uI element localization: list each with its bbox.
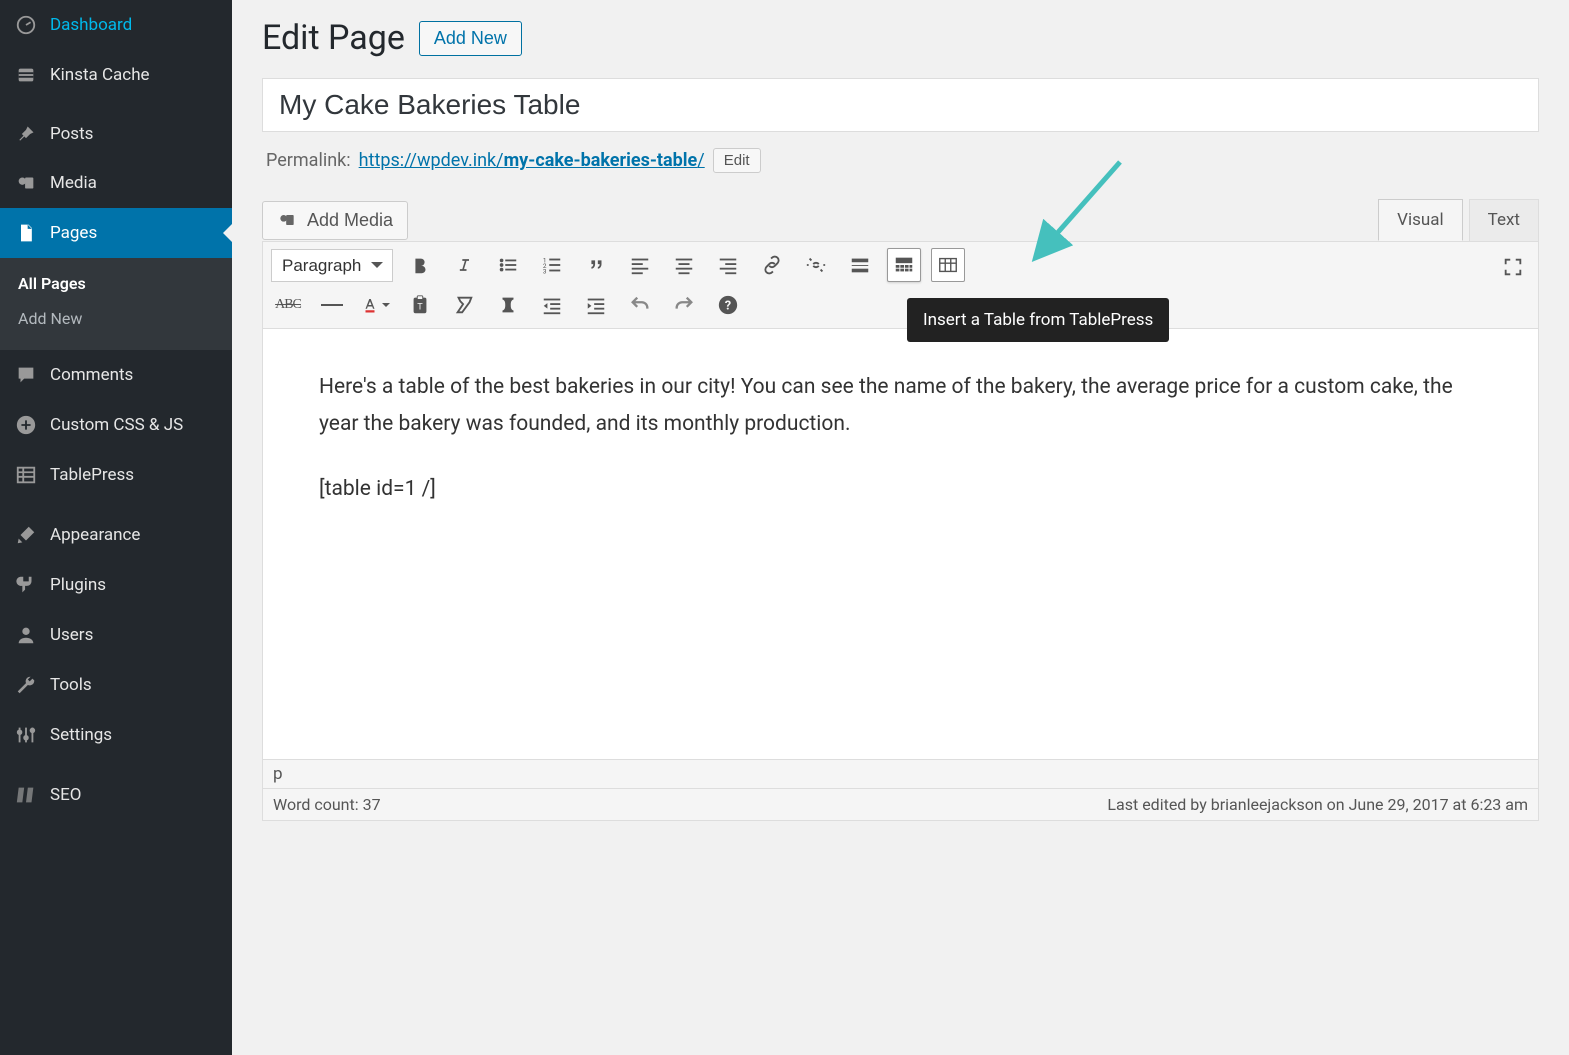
unlink-button[interactable] [799,248,833,282]
special-char-button[interactable] [491,288,525,322]
undo-button[interactable] [623,288,657,322]
gauge-icon [14,14,38,36]
tab-visual[interactable]: Visual [1378,199,1462,241]
editor-content[interactable]: Here's a table of the best bakeries in o… [263,329,1538,759]
sidebar-item-dashboard[interactable]: Dashboard [0,0,232,50]
strikethrough-button[interactable]: ABC [271,288,305,322]
content-paragraph: Here's a table of the best bakeries in o… [319,369,1482,443]
paste-text-button[interactable]: T [403,288,437,322]
svg-text:?: ? [725,299,731,314]
sidebar-item-comments[interactable]: Comments [0,350,232,400]
sidebar-item-label: Appearance [50,525,140,545]
toolbar-toggle-button[interactable] [887,248,921,282]
bullet-list-button[interactable] [491,248,525,282]
add-new-button[interactable]: Add New [419,21,522,56]
permalink-label: Permalink: [266,150,351,171]
page-title: Edit Page [262,18,405,58]
word-count: Word count: 37 [273,795,381,814]
fullscreen-button[interactable] [1496,250,1530,284]
permalink-row: Permalink: https://wpdev.ink/my-cake-bak… [266,148,1535,173]
align-left-button[interactable] [623,248,657,282]
table-icon [14,464,38,486]
svg-text:3: 3 [543,267,547,275]
indent-button[interactable] [579,288,613,322]
page-icon [14,222,38,244]
plus-circle-icon [14,414,38,436]
last-edited: Last edited by brianleejackson on June 2… [1107,795,1528,814]
sidebar-item-label: Users [50,625,93,645]
sidebar-item-label: SEO [50,785,81,805]
numbered-list-button[interactable]: 123 [535,248,569,282]
brush-icon [14,524,38,546]
pin-icon [14,124,38,144]
sidebar-item-tools[interactable]: Tools [0,660,232,710]
sidebar-item-label: Tools [50,675,92,695]
sidebar-item-label: Dashboard [50,15,132,35]
sidebar-item-label: Kinsta Cache [50,65,150,85]
format-select[interactable]: Paragraph [271,249,393,282]
italic-button[interactable] [447,248,481,282]
media-icon [14,172,38,194]
align-center-button[interactable] [667,248,701,282]
sidebar-item-label: Pages [50,223,97,243]
sidebar-item-label: Comments [50,365,133,385]
align-right-button[interactable] [711,248,745,282]
comment-icon [14,364,38,386]
submenu-all-pages[interactable]: All Pages [0,266,232,301]
editor-toolbar: Paragraph 123 [263,242,1538,329]
sidebar-item-label: Plugins [50,575,106,595]
sidebar-item-users[interactable]: Users [0,610,232,660]
redo-button[interactable] [667,288,701,322]
admin-sidebar: Dashboard Kinsta Cache Posts Media Pages [0,0,232,1055]
sidebar-item-label: Custom CSS & JS [50,415,183,435]
submenu-add-new[interactable]: Add New [0,301,232,336]
sidebar-item-seo[interactable]: SEO [0,770,232,820]
database-icon [14,64,38,86]
bold-button[interactable] [403,248,437,282]
media-icon [277,210,297,230]
add-media-label: Add Media [307,210,393,231]
sidebar-item-label: Media [50,173,97,193]
tab-text[interactable]: Text [1469,199,1539,241]
plug-icon [14,574,38,596]
wrench-icon [14,674,38,696]
clear-format-button[interactable] [447,288,481,322]
sidebar-item-tablepress[interactable]: TablePress [0,450,232,500]
tooltip: Insert a Table from TablePress [907,298,1169,342]
user-icon [14,624,38,646]
link-button[interactable] [755,248,789,282]
sidebar-item-posts[interactable]: Posts [0,110,232,158]
text-color-button[interactable] [359,288,393,322]
add-media-button[interactable]: Add Media [262,201,408,240]
sidebar-item-label: Posts [50,124,93,144]
sidebar-item-kinsta-cache[interactable]: Kinsta Cache [0,50,232,100]
sidebar-item-custom-css-js[interactable]: Custom CSS & JS [0,400,232,450]
post-title-input[interactable] [262,78,1539,132]
sidebar-item-appearance[interactable]: Appearance [0,510,232,560]
sidebar-submenu-pages: All Pages Add New [0,258,232,350]
seo-icon [14,784,38,806]
sidebar-item-label: TablePress [50,465,134,485]
element-path[interactable]: p [263,760,1538,789]
sidebar-item-settings[interactable]: Settings [0,710,232,760]
blockquote-button[interactable] [579,248,613,282]
editor-box: Paragraph 123 [262,241,1539,821]
permalink-link[interactable]: https://wpdev.ink/my-cake-bakeries-table… [359,150,705,171]
outdent-button[interactable] [535,288,569,322]
sliders-icon [14,724,38,746]
permalink-edit-button[interactable]: Edit [713,148,761,173]
svg-text:T: T [417,303,423,313]
read-more-button[interactable] [843,248,877,282]
help-button[interactable]: ? [711,288,745,322]
content-shortcode: [table id=1 /] [319,471,1482,508]
sidebar-item-pages[interactable]: Pages [0,208,232,258]
sidebar-item-media[interactable]: Media [0,158,232,208]
sidebar-item-label: Settings [50,725,112,745]
tablepress-insert-button[interactable] [931,248,965,282]
main-content: Edit Page Add New Permalink: https://wpd… [232,0,1569,1055]
hr-button[interactable] [315,288,349,322]
sidebar-item-plugins[interactable]: Plugins [0,560,232,610]
editor-statusbar: p Word count: 37 Last edited by brianlee… [263,759,1538,820]
